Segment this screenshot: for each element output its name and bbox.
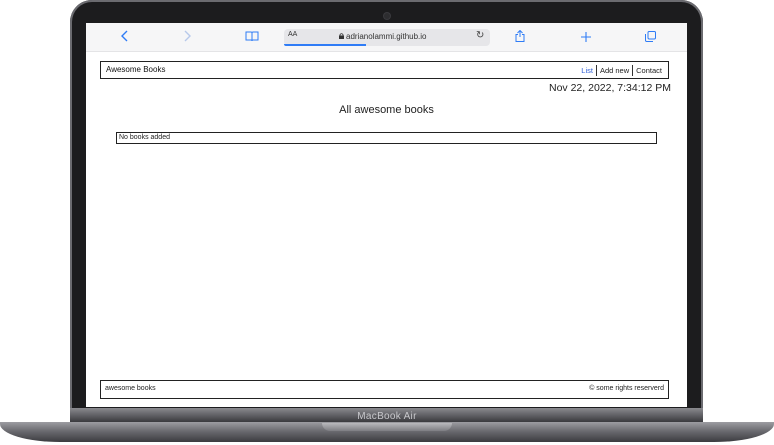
laptop-notch xyxy=(322,423,452,431)
nav-link-contact[interactable]: Contact xyxy=(633,66,665,75)
text-size-button[interactable]: AA xyxy=(288,31,297,38)
top-navbar: Awesome Books List Add new Contact xyxy=(100,61,669,79)
load-progress-bar xyxy=(284,44,367,46)
reload-icon[interactable]: ↻ xyxy=(476,30,484,41)
web-page: Awesome Books List Add new Contact Nov 2… xyxy=(86,51,687,407)
empty-state-text: No books added xyxy=(119,134,170,141)
site-brand: Awesome Books xyxy=(106,65,166,74)
device-brand-label: MacBook Air xyxy=(357,411,417,422)
address-bar[interactable]: AA adrianolammi.github.io ↻ xyxy=(284,29,490,46)
url-text: adrianolammi.github.io xyxy=(346,32,427,41)
back-icon[interactable] xyxy=(118,29,130,45)
camera-icon xyxy=(384,13,390,19)
new-tab-icon[interactable] xyxy=(580,29,592,45)
book-list: No books added xyxy=(116,132,657,144)
page-title: All awesome books xyxy=(339,104,434,116)
share-icon[interactable] xyxy=(514,29,526,45)
footer-copyright: © some rights reserverd xyxy=(589,385,664,392)
forward-icon[interactable] xyxy=(182,29,194,45)
date-time: Nov 22, 2022, 7:34:12 PM xyxy=(549,82,671,94)
nav-links: List Add new Contact xyxy=(578,65,665,76)
bookmarks-icon[interactable] xyxy=(244,29,260,45)
lock-icon xyxy=(339,33,344,39)
footer-title: awesome books xyxy=(105,385,156,392)
tabs-icon[interactable] xyxy=(644,29,656,45)
nav-link-add-new[interactable]: Add new xyxy=(597,66,632,75)
safari-toolbar: AA adrianolammi.github.io ↻ xyxy=(86,23,687,52)
nav-link-list[interactable]: List xyxy=(578,66,596,75)
browser-screen: AA adrianolammi.github.io ↻ Awesome Book… xyxy=(86,23,687,407)
footer: awesome books © some rights reserverd xyxy=(100,380,669,399)
